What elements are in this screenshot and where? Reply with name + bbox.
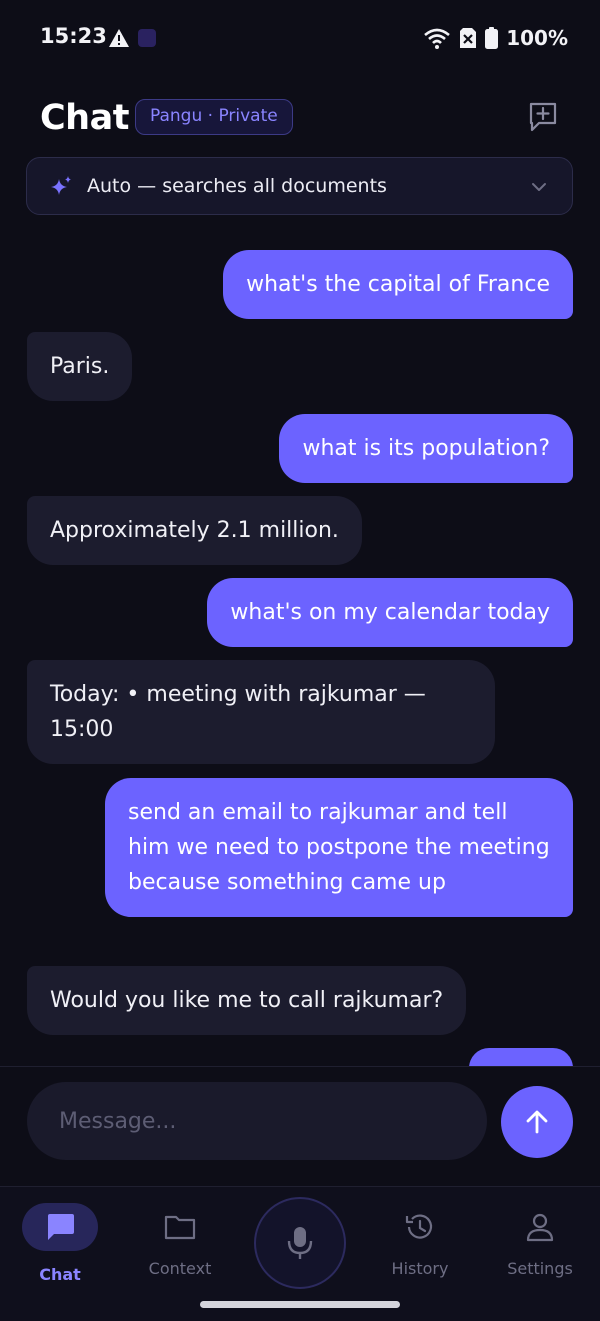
nav-context[interactable]: Context — [120, 1201, 240, 1297]
message-input[interactable] — [27, 1082, 487, 1160]
nav-settings[interactable]: Settings — [480, 1201, 600, 1297]
send-button[interactable] — [501, 1086, 573, 1158]
sparkle-icon — [51, 176, 71, 195]
user-message: what's the capital of France — [223, 250, 573, 319]
page-title: Chat — [40, 98, 129, 138]
person-icon — [526, 1213, 554, 1242]
assistant-message: Paris. — [27, 332, 133, 401]
nav-chat-label: Chat — [39, 1265, 81, 1284]
warning-icon — [109, 29, 129, 47]
microphone-icon — [287, 1227, 313, 1259]
nav-context-label: Context — [148, 1259, 212, 1278]
status-icons: 100% — [423, 26, 568, 50]
nav-history-label: History — [391, 1259, 449, 1278]
user-message: what's on my calendar today — [207, 578, 573, 647]
status-bar: 15:23 100% — [0, 0, 600, 78]
message-list[interactable]: what's the capital of France Paris. what… — [0, 240, 600, 1066]
assistant-message: Would you like me to call rajkumar? — [27, 966, 467, 1035]
history-icon — [405, 1214, 433, 1239]
user-message-partial — [469, 1048, 573, 1066]
assistant-message: Approximately 2.1 million. — [27, 496, 362, 565]
history-icon-wrap — [382, 1203, 458, 1251]
new-chat-icon[interactable] — [526, 100, 560, 134]
app-notification-icon — [138, 29, 156, 47]
scope-label: Auto — searches all documents — [87, 175, 387, 197]
chevron-down-icon — [532, 183, 546, 191]
nav-history[interactable]: History — [360, 1201, 480, 1297]
battery-icon — [485, 27, 499, 49]
battery-level: 100% — [506, 26, 568, 50]
assistant-message: Today: • meeting with rajkumar — 15:00 — [27, 660, 495, 764]
home-indicator[interactable] — [200, 1301, 400, 1308]
header: Chat Pangu · Private — [0, 96, 600, 146]
composer — [0, 1066, 600, 1187]
send-arrow-icon — [526, 1110, 548, 1134]
folder-icon-wrap — [142, 1203, 218, 1251]
status-time: 15:23 — [40, 24, 107, 48]
user-message: what is its population? — [279, 414, 573, 483]
person-icon-wrap — [502, 1203, 578, 1251]
wifi-icon — [424, 28, 451, 49]
sim-off-icon — [460, 28, 477, 48]
folder-icon — [164, 1215, 196, 1240]
scope-selector[interactable]: Auto — searches all documents — [26, 157, 573, 215]
workspace-badge: Pangu · Private — [135, 99, 293, 135]
nav-chat[interactable]: Chat — [0, 1201, 120, 1297]
nav-settings-label: Settings — [507, 1259, 573, 1278]
chat-icon — [48, 1214, 74, 1240]
user-message: send an email to rajkumar and tell him w… — [105, 778, 573, 917]
chat-icon-wrap — [22, 1203, 98, 1251]
voice-button[interactable] — [254, 1197, 346, 1289]
